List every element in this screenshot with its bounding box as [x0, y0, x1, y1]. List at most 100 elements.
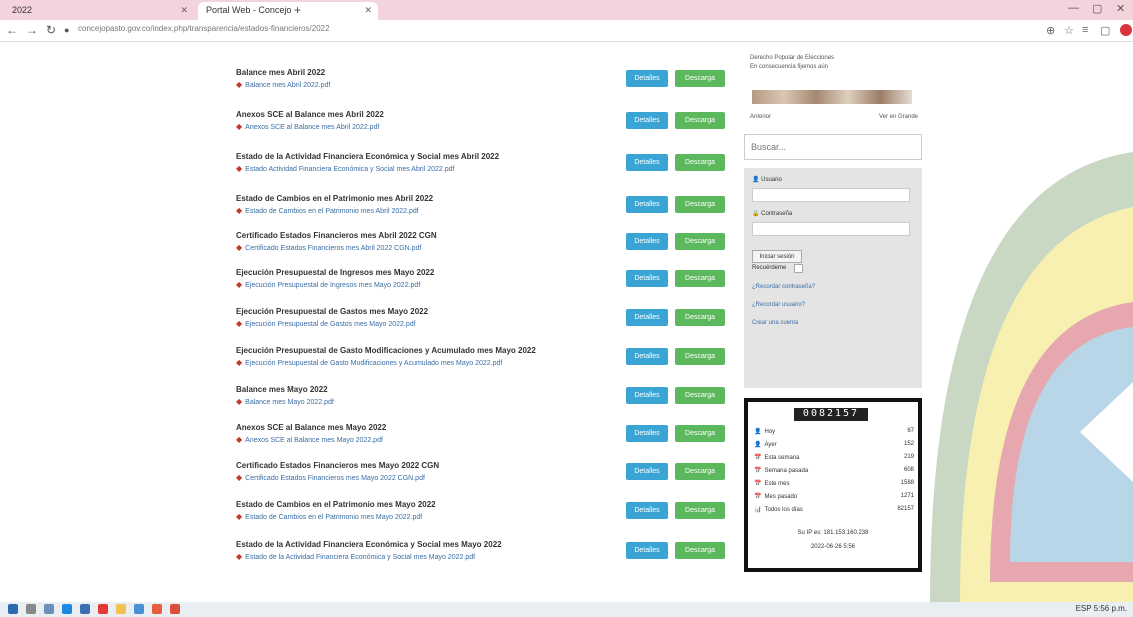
sidebar-icon[interactable]: ▢ [1100, 24, 1110, 37]
forgot-password-link[interactable]: ¿Recordar contraseña? [752, 284, 815, 290]
url-input[interactable]: concejopasto.gov.co/index.php/transparen… [78, 24, 978, 38]
folder-icon[interactable] [116, 604, 126, 614]
details-button[interactable]: Detalles [626, 502, 668, 519]
login-button[interactable]: Iniciar sesión [752, 250, 802, 263]
taskview-icon[interactable] [44, 604, 54, 614]
details-button[interactable]: Detalles [626, 196, 668, 213]
document-file-link[interactable]: Estado de Cambios en el Patrimonio mes A… [245, 208, 419, 215]
username-field[interactable] [752, 188, 910, 202]
details-button[interactable]: Detalles [626, 309, 668, 326]
window-close-icon[interactable]: ✕ [1116, 2, 1125, 15]
document-row: Estado de la Actividad Financiera Económ… [232, 540, 732, 574]
document-file-link[interactable]: Estado de Cambios en el Patrimonio mes M… [245, 514, 422, 521]
document-file-link[interactable]: Certificado Estados Financieros mes Abri… [245, 245, 421, 252]
close-icon[interactable]: ✕ [364, 5, 372, 16]
download-button[interactable]: Descarga [675, 542, 725, 559]
chrome-icon[interactable] [170, 604, 180, 614]
system-tray[interactable]: ESP 5:56 p.m. [1076, 604, 1127, 613]
stat-value: 219 [903, 454, 914, 460]
password-field[interactable] [752, 222, 910, 236]
document-file-link[interactable]: Ejecución Presupuestal de Ingresos mes M… [245, 282, 420, 289]
document-title: Anexos SCE al Balance mes Abril 2022 [236, 110, 384, 119]
zoom-icon[interactable]: ⊕ [1046, 24, 1055, 37]
create-account-link[interactable]: Crear una cuenta [752, 320, 798, 326]
download-button[interactable]: Descarga [675, 112, 725, 129]
document-row: Ejecución Presupuestal de Gasto Modifica… [232, 346, 732, 380]
details-button[interactable]: Detalles [626, 387, 668, 404]
login-form: 👤 Usuario 🔒 Contraseña Iniciar sesión Re… [744, 168, 922, 388]
app-icon[interactable] [134, 604, 144, 614]
document-file-link[interactable]: Anexos SCE al Balance mes Mayo 2022.pdf [245, 437, 383, 444]
details-button[interactable]: Detalles [626, 348, 668, 365]
counter-stat-row: 📅 Mes pasado 1271 [754, 493, 914, 503]
counter-stat-row: 👤 Hoy 67 [754, 428, 914, 438]
download-button[interactable]: Descarga [675, 270, 725, 287]
stat-icon: 📅 [754, 481, 762, 487]
back-icon[interactable]: ← [6, 23, 18, 37]
forward-icon[interactable]: → [26, 23, 38, 37]
date-text: 2022-06-26 5:56 [810, 544, 856, 550]
news-line[interactable]: Derecho Popular de Elecciones [750, 54, 834, 63]
tab-portal[interactable]: Portal Web - Concejo ✕ [198, 2, 378, 20]
document-file-link[interactable]: Ejecución Presupuestal de Gastos mes May… [245, 321, 415, 328]
details-button[interactable]: Detalles [626, 70, 668, 87]
document-file-link[interactable]: Balance mes Mayo 2022.pdf [245, 399, 334, 406]
document-file-link[interactable]: Anexos SCE al Balance mes Abril 2022.pdf [245, 124, 379, 131]
details-button[interactable]: Detalles [626, 542, 668, 559]
tab-2022[interactable]: 2022 ✕ [4, 2, 194, 20]
stat-label: Mes pasado [764, 494, 798, 500]
tab-title: Portal Web - Concejo [206, 5, 292, 15]
extensions-icon[interactable]: ≡ [1082, 24, 1088, 36]
reload-icon[interactable]: ↻ [46, 23, 56, 37]
new-tab-icon[interactable]: + [294, 3, 301, 17]
details-button[interactable]: Detalles [626, 112, 668, 129]
download-button[interactable]: Descarga [675, 387, 725, 404]
windows-icon[interactable] [8, 604, 18, 614]
details-button[interactable]: Detalles [626, 233, 668, 250]
counter-digits: 0082157 [794, 408, 868, 421]
download-button[interactable]: Descarga [675, 154, 725, 171]
maximize-icon[interactable]: ▢ [1092, 2, 1102, 15]
forgot-username-link[interactable]: ¿Recordar usuario? [752, 302, 805, 308]
document-file-link[interactable]: Ejecución Presupuestal de Gasto Modifica… [245, 360, 502, 367]
details-button[interactable]: Detalles [626, 425, 668, 442]
details-button[interactable]: Detalles [626, 270, 668, 287]
star-icon[interactable]: ☆ [1064, 24, 1074, 37]
download-button[interactable]: Descarga [675, 70, 725, 87]
download-button[interactable]: Descarga [675, 463, 725, 480]
news-line[interactable]: En consecuencia fijemos aún [750, 63, 834, 72]
document-file-link[interactable]: Balance mes Abril 2022.pdf [245, 82, 330, 89]
close-icon[interactable]: ✕ [180, 5, 188, 16]
download-button[interactable]: Descarga [675, 309, 725, 326]
news-image[interactable] [752, 90, 912, 104]
mail-icon[interactable] [98, 604, 108, 614]
details-button[interactable]: Detalles [626, 154, 668, 171]
profile-avatar[interactable] [1120, 24, 1132, 36]
document-file-link[interactable]: Estado de la Actividad Financiera Económ… [245, 554, 475, 561]
minimize-icon[interactable]: — [1068, 2, 1079, 14]
download-button[interactable]: Descarga [675, 425, 725, 442]
search-icon[interactable] [26, 604, 36, 614]
download-button[interactable]: Descarga [675, 348, 725, 365]
pdf-icon: ◆ [236, 397, 243, 406]
stat-value: 152 [903, 441, 914, 447]
stat-value: 67 [907, 428, 914, 434]
edge-icon[interactable] [62, 604, 72, 614]
download-button[interactable]: Descarga [675, 233, 725, 250]
document-row: Anexos SCE al Balance mes Mayo 2022 ◆ Anex… [232, 423, 732, 457]
counter-stat-row: 📅 Esta semana 219 [754, 454, 914, 464]
download-button[interactable]: Descarga [675, 502, 725, 519]
username-label: Usuario [761, 177, 782, 183]
download-button[interactable]: Descarga [675, 196, 725, 213]
document-file-link[interactable]: Certificado Estados Financieros mes Mayo… [245, 475, 425, 482]
document-file-link[interactable]: Estado Actividad Financiera Económica y … [245, 166, 454, 173]
view-large-link[interactable]: Ver en Grande [879, 114, 918, 120]
store-icon[interactable] [80, 604, 90, 614]
search-input[interactable] [744, 134, 922, 160]
details-button[interactable]: Detalles [626, 463, 668, 480]
app-icon[interactable] [152, 604, 162, 614]
previous-link[interactable]: Anterior [750, 114, 771, 120]
document-title: Estado de la Actividad Financiera Económ… [236, 540, 502, 549]
pdf-icon: ◆ [236, 473, 243, 482]
remember-checkbox[interactable] [794, 264, 803, 273]
